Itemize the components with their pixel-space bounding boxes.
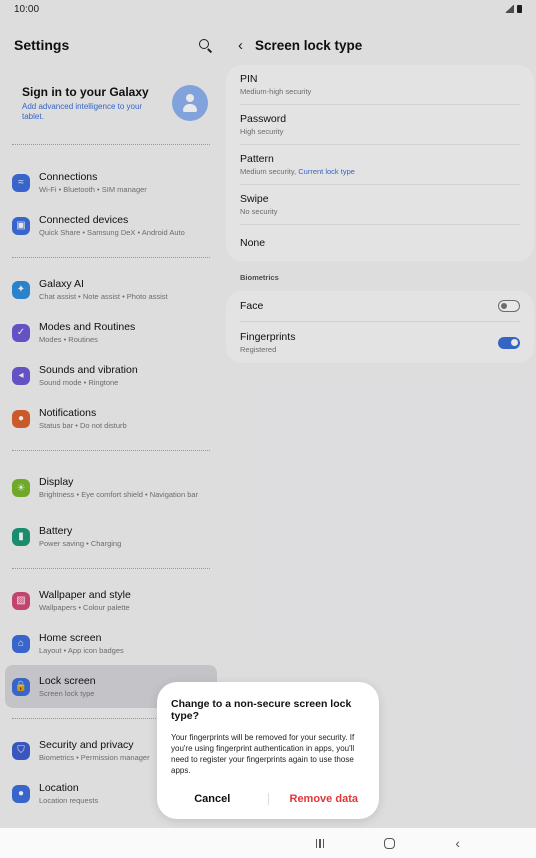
navigation-bar: ‹ (0, 828, 536, 858)
remove-data-button[interactable]: Remove data (269, 793, 380, 805)
confirm-dialog: Change to a non-secure screen lock type?… (157, 682, 379, 819)
nav-back-icon[interactable]: ‹ (455, 835, 460, 851)
cancel-button[interactable]: Cancel (157, 793, 268, 805)
dialog-buttons: Cancel Remove data (157, 793, 379, 805)
home-button-icon[interactable] (384, 837, 396, 849)
dialog-title: Change to a non-secure screen lock type? (171, 698, 352, 722)
dialog-body: Your fingerprints will be removed for yo… (171, 733, 355, 775)
recents-icon[interactable] (315, 838, 325, 848)
